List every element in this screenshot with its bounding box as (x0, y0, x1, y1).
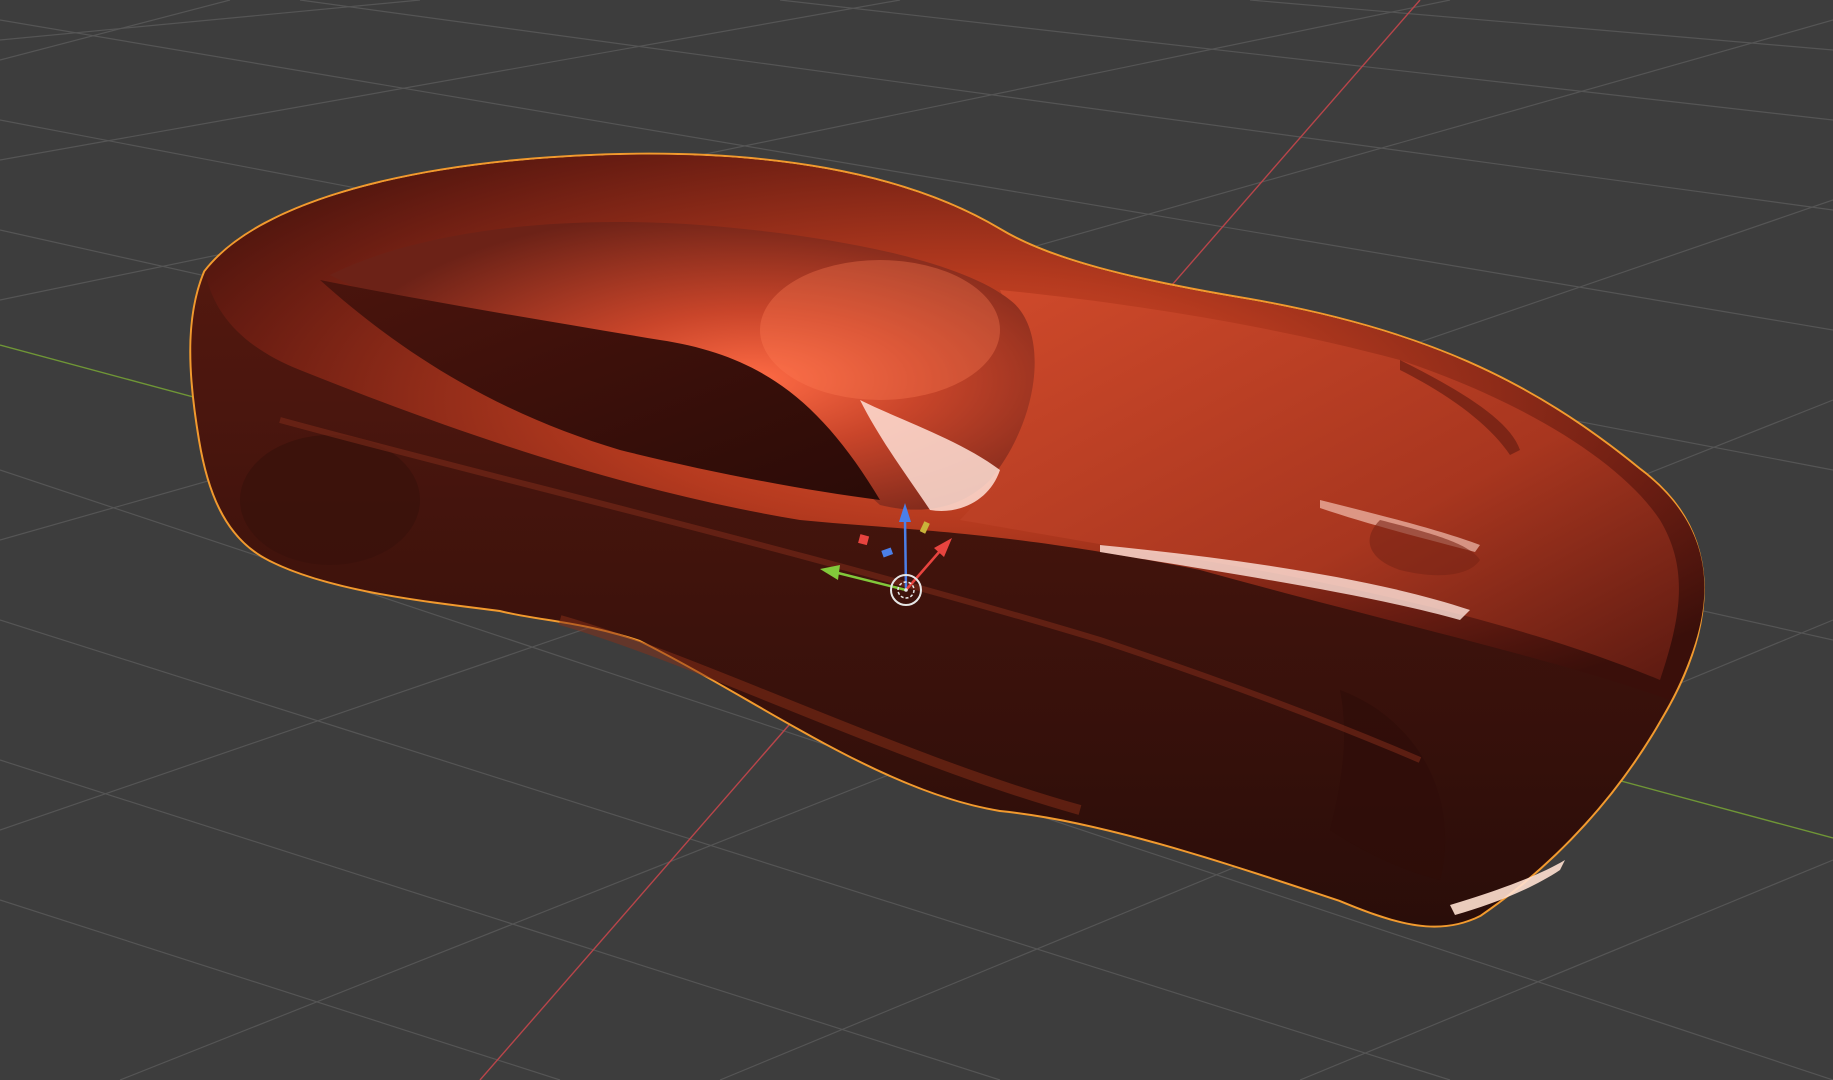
viewport-canvas[interactable] (0, 0, 1833, 1080)
3d-viewport[interactable] (0, 0, 1833, 1080)
